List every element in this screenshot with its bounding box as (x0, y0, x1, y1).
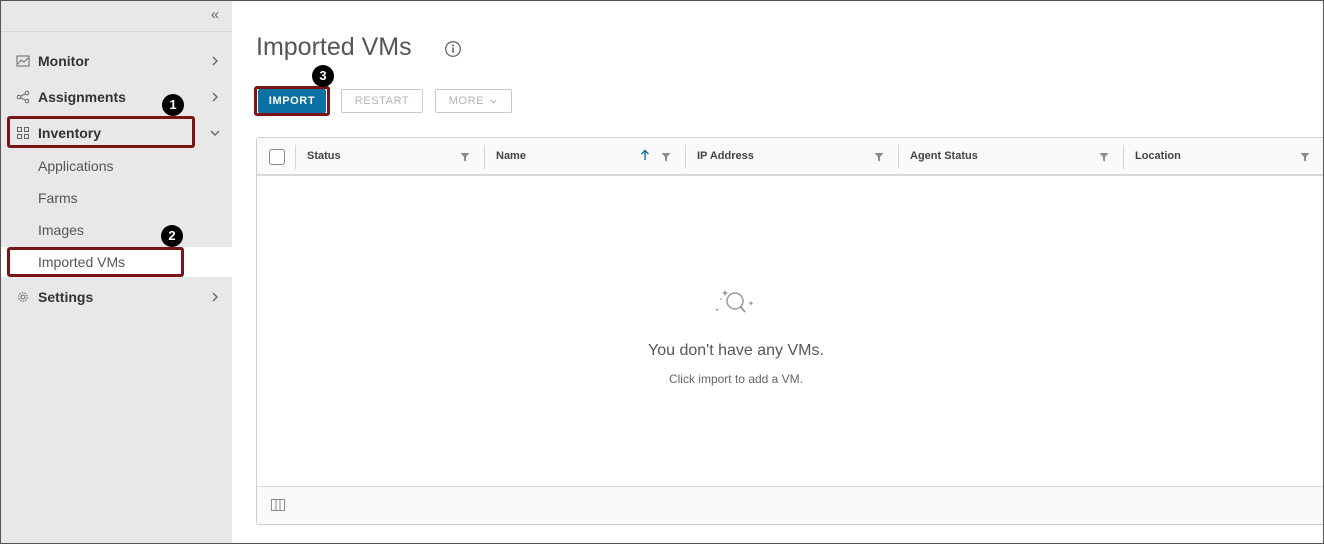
sidebar-item-assignments[interactable]: Assignments (0, 82, 232, 112)
sort-ascending-icon[interactable] (640, 149, 650, 161)
sidebar-subitem-imported-vms[interactable]: Imported VMs (0, 247, 232, 277)
annotation-badge-1: 1 (162, 94, 184, 116)
filter-icon[interactable] (1300, 152, 1310, 162)
sidebar-item-label: Monitor (38, 53, 90, 69)
sidebar-subitem-label: Imported VMs (38, 254, 126, 270)
grid-icon (17, 127, 29, 139)
empty-state-title: You don't have any VMs. (648, 342, 824, 359)
chevron-right-icon (212, 292, 218, 302)
sidebar-item-monitor[interactable]: Monitor (0, 46, 232, 76)
chevron-right-icon (212, 56, 218, 66)
gear-icon (18, 292, 28, 302)
page-title: Imported VMs (256, 33, 412, 61)
column-toggle-icon[interactable] (271, 499, 285, 511)
sidebar: « Monitor Assignments Inventory Applicat… (0, 0, 232, 544)
empty-state-subtitle: Click import to add a VM. (668, 372, 804, 386)
sidebar-item-label: Inventory (38, 125, 102, 141)
collapse-sidebar-icon[interactable]: « (206, 6, 224, 24)
imported-vms-grid: Status Name IP Address Agent Status Loca… (256, 137, 1324, 525)
filter-icon[interactable] (460, 152, 470, 162)
empty-search-icon (715, 290, 754, 313)
grid-header: Status Name IP Address Agent Status Loca… (257, 138, 1324, 176)
more-dropdown-button[interactable]: MORE (435, 89, 512, 113)
import-button[interactable]: IMPORT (258, 89, 326, 113)
sidebar-item-settings[interactable]: Settings (0, 282, 232, 312)
column-header-ip-address[interactable]: IP Address (686, 138, 899, 174)
annotation-badge-2: 2 (161, 225, 183, 247)
sidebar-subitem-label: Images (38, 222, 84, 238)
chevron-down-icon (490, 99, 497, 104)
chevron-right-icon (212, 92, 218, 102)
sidebar-subitem-label: Farms (38, 190, 78, 206)
grid-footer (257, 486, 1324, 524)
column-header-agent-status[interactable]: Agent Status (899, 138, 1123, 174)
chevron-down-icon (210, 130, 220, 136)
sidebar-subitem-label: Applications (38, 158, 114, 174)
sidebar-item-inventory[interactable]: Inventory (0, 118, 232, 148)
sidebar-item-label: Assignments (38, 89, 126, 105)
column-header-label: Status (307, 150, 341, 162)
annotation-badge-3: 3 (312, 65, 334, 87)
sidebar-item-label: Settings (38, 289, 94, 305)
filter-icon[interactable] (874, 152, 884, 162)
column-header-label: IP Address (697, 150, 754, 162)
column-header-name[interactable]: Name (485, 138, 685, 174)
restart-button[interactable]: RESTART (341, 89, 423, 113)
column-header-label: Agent Status (910, 150, 978, 162)
sidebar-subitem-farms[interactable]: Farms (0, 183, 232, 213)
filter-icon[interactable] (661, 152, 671, 162)
sidebar-divider (0, 31, 232, 32)
share-icon (16, 90, 30, 104)
more-label: MORE (448, 95, 485, 107)
column-header-status[interactable]: Status (296, 138, 484, 174)
info-icon[interactable] (444, 40, 462, 58)
sidebar-subitem-images[interactable]: Images (0, 215, 232, 245)
monitor-icon (16, 55, 30, 67)
column-header-location[interactable]: Location (1124, 138, 1314, 174)
filter-icon[interactable] (1099, 152, 1109, 162)
column-header-label: Name (496, 150, 526, 162)
sidebar-subitem-applications[interactable]: Applications (0, 151, 232, 181)
select-all-checkbox[interactable] (269, 149, 285, 165)
column-header-label: Location (1135, 150, 1181, 162)
